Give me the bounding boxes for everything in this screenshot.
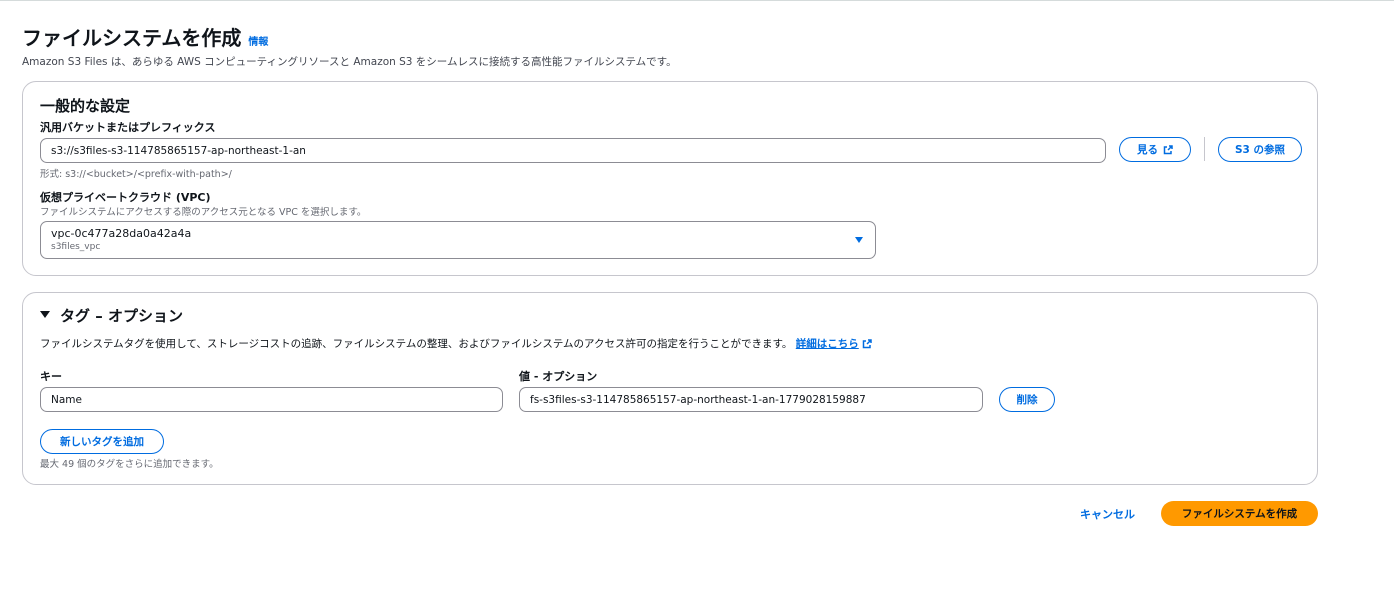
- browse-s3-button[interactable]: S3 の参照: [1218, 137, 1302, 162]
- tag-key-label: キー: [40, 370, 62, 383]
- caret-down-icon: [40, 311, 50, 318]
- page-subtitle: Amazon S3 Files は、あらゆる AWS コンピューティングリソース…: [22, 56, 677, 68]
- remove-tag-button[interactable]: 削除: [999, 387, 1055, 412]
- button-divider: [1204, 137, 1205, 161]
- learn-more-label: 詳細はこちら: [795, 338, 859, 350]
- tags-description: ファイルシステムタグを使用して、ストレージコストの追跡、ファイルシステムの整理、…: [40, 336, 872, 351]
- tags-description-text: ファイルシステムタグを使用して、ストレージコストの追跡、ファイルシステムの整理、…: [40, 338, 793, 350]
- tags-toggle[interactable]: タグ – オプション: [40, 305, 183, 326]
- tag-value-input[interactable]: fs-s3files-s3-114785865157-ap-northeast-…: [519, 387, 983, 412]
- cancel-button[interactable]: キャンセル: [1080, 506, 1135, 522]
- bucket-format-hint: 形式: s3://<bucket>/<prefix-with-path>/: [40, 169, 232, 180]
- view-button-label: 見る: [1137, 144, 1158, 156]
- tags-heading: タグ – オプション: [60, 307, 183, 325]
- page-header: ファイルシステムを作成 情報: [22, 22, 268, 51]
- vpc-label: 仮想プライベートクラウド (VPC): [40, 191, 211, 204]
- vpc-select-name: s3files_vpc: [51, 242, 101, 252]
- vpc-description: ファイルシステムにアクセスする際のアクセス元となる VPC を選択します。: [40, 207, 367, 218]
- learn-more-link[interactable]: 詳細はこちら: [796, 336, 872, 351]
- info-link[interactable]: 情報: [248, 33, 268, 48]
- external-link-icon: [862, 338, 872, 348]
- tags-panel: タグ – オプション ファイルシステムタグを使用して、ストレージコストの追跡、フ…: [22, 292, 1318, 485]
- view-button[interactable]: 見る: [1119, 137, 1191, 162]
- general-settings-heading: 一般的な設定: [40, 97, 131, 115]
- general-settings-panel: 一般的な設定 汎用バケットまたはプレフィックス s3://s3files-s3-…: [22, 81, 1318, 276]
- bucket-label: 汎用バケットまたはプレフィックス: [40, 121, 216, 134]
- page-title: ファイルシステムを作成: [22, 26, 242, 50]
- tag-value-label: 値 - オプション: [519, 370, 598, 383]
- vpc-select-value: vpc-0c477a28da0a42a4a: [51, 227, 192, 240]
- vpc-select[interactable]: vpc-0c477a28da0a42a4a s3files_vpc: [40, 221, 876, 259]
- add-tag-button[interactable]: 新しいタグを追加: [40, 429, 164, 454]
- tag-key-input[interactable]: Name: [40, 387, 503, 412]
- create-file-system-button[interactable]: ファイルシステムを作成: [1161, 501, 1318, 526]
- bucket-input[interactable]: s3://s3files-s3-114785865157-ap-northeas…: [40, 138, 1106, 163]
- tag-limit-hint: 最大 49 個のタグをさらに追加できます。: [40, 459, 219, 470]
- caret-down-icon: [855, 237, 863, 243]
- external-link-icon: [1163, 144, 1173, 155]
